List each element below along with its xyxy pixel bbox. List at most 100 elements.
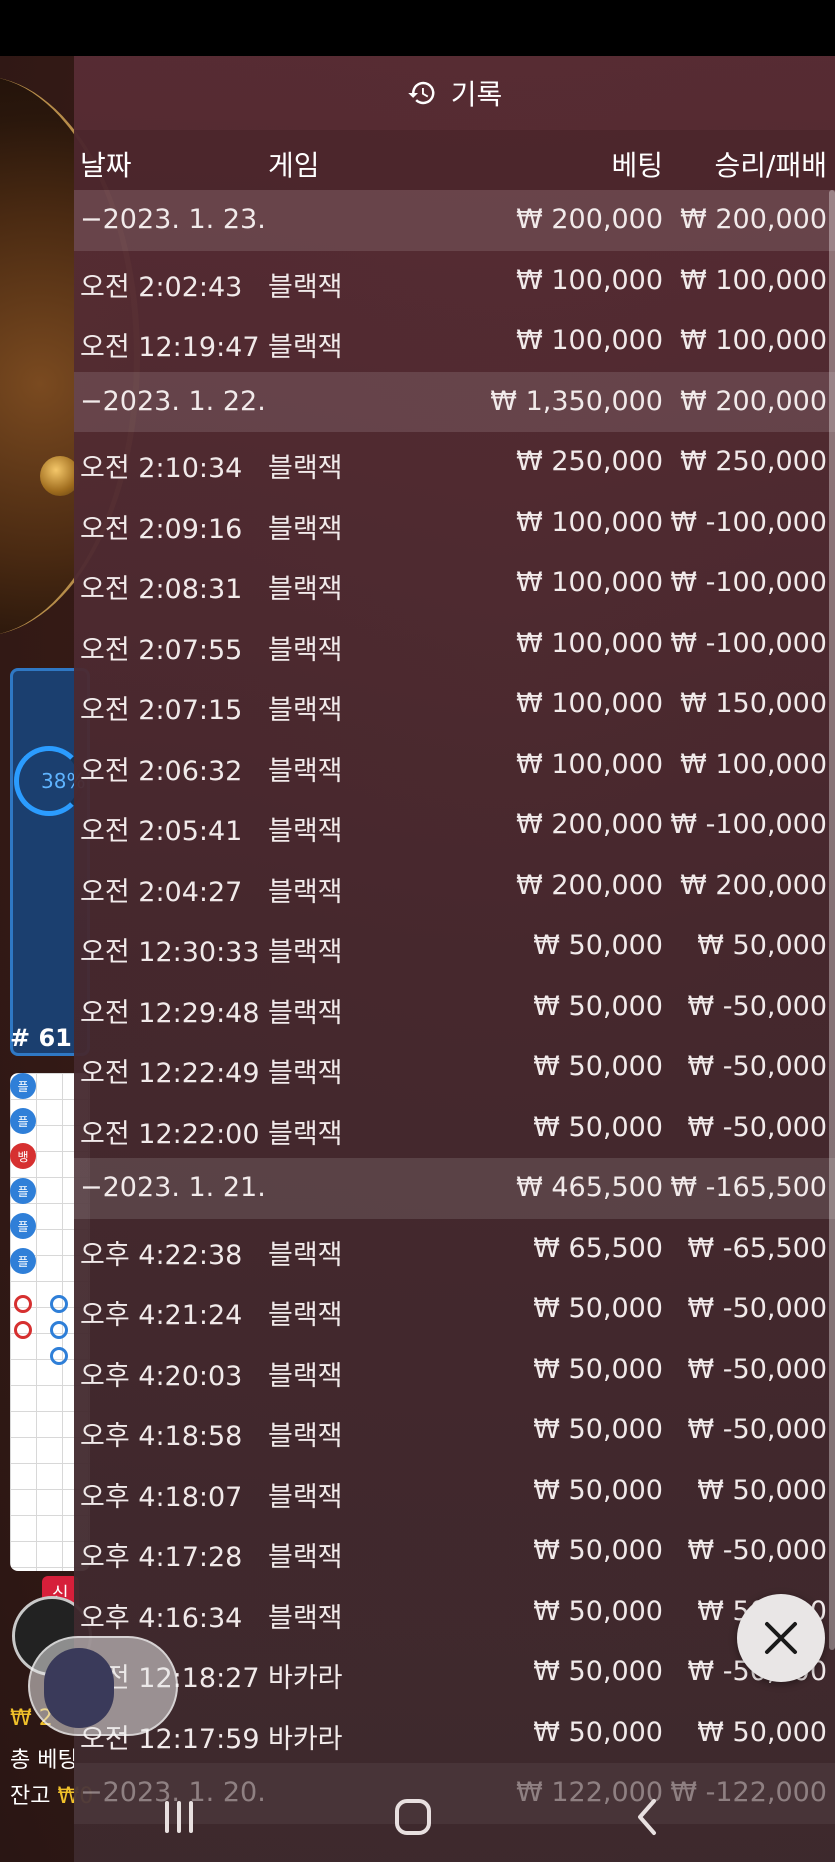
- history-row[interactable]: 오전 2:02:43 블랙잭 ₩ 100,000 ₩ 100,000: [74, 251, 835, 312]
- row-time: 오후 4:20:03: [80, 1360, 243, 1392]
- history-row[interactable]: 오후 4:20:03 블랙잭 ₩ 50,000 ₩ -50,000: [74, 1340, 835, 1401]
- history-row[interactable]: 오전 2:06:32 블랙잭 ₩ 100,000 ₩ 100,000: [74, 735, 835, 796]
- row-winloss-amount: ₩ -50,000: [687, 1353, 828, 1385]
- big-road-ring: [50, 1295, 68, 1313]
- row-time: 오전 2:07:55: [80, 634, 243, 666]
- row-winloss-amount: ₩ -165,500: [670, 1172, 827, 1203]
- big-road-ring: [14, 1295, 32, 1313]
- nav-home-button[interactable]: [388, 1792, 438, 1842]
- floating-app-bubble[interactable]: [28, 1636, 178, 1736]
- row-time: 오전 2:07:15: [80, 695, 243, 726]
- history-row[interactable]: 오전 12:17:59 바카라 ₩ 50,000 ₩ 50,000: [74, 1703, 835, 1764]
- column-header-date: 날짜: [80, 149, 132, 182]
- row-winloss-amount: ₩ -50,000: [687, 1535, 828, 1566]
- row-bet-amount: ₩ 465,500: [516, 1172, 663, 1203]
- row-time: 오전 2:05:41: [80, 816, 243, 847]
- history-row[interactable]: 오전 2:10:34 블랙잭 ₩ 250,000 ₩ 250,000: [74, 432, 835, 493]
- row-winloss-amount: ₩ -50,000: [687, 1051, 828, 1082]
- row-game: 블랙잭: [268, 1300, 343, 1331]
- row-winloss-amount: ₩ -50,000: [687, 990, 828, 1022]
- scrollbar[interactable]: [829, 190, 835, 1650]
- row-game: 블랙잭: [268, 1239, 343, 1271]
- row-time: 오전 12:19:47: [80, 332, 260, 363]
- history-row[interactable]: 오전 12:18:27바카라₩ 50,000₩ -50,000: [74, 1642, 835, 1703]
- nav-recents-button[interactable]: [154, 1792, 204, 1842]
- row-bet-amount: ₩ 50,000: [533, 1595, 663, 1627]
- row-game: 블랙잭: [268, 816, 343, 847]
- history-list[interactable]: −2023. 1. 23. ₩ 200,000 ₩ 200,000 오전 2:02:4…: [74, 190, 835, 1824]
- date-group-row[interactable]: −2023. 1. 21. ₩ 465,500 ₩ -165,500: [74, 1158, 835, 1219]
- row-game: 블랙잭: [268, 634, 343, 666]
- row-winloss-amount: ₩ 250,000: [680, 446, 827, 477]
- row-time: 오전 2:10:34: [80, 453, 243, 484]
- history-row[interactable]: 오전 12:22:00 블랙잭 ₩ 50,000 ₩ -50,000: [74, 1098, 835, 1159]
- road-banker-dot: 뱅: [10, 1143, 36, 1169]
- row-time: 오전 12:30:33: [80, 937, 260, 968]
- big-road-ring: [50, 1321, 68, 1339]
- history-row[interactable]: 오전 12:22:49 블랙잭 ₩ 50,000 ₩ -50,000: [74, 1037, 835, 1098]
- row-bet-amount: ₩ 200,000: [516, 204, 663, 235]
- row-game: 블랙잭: [268, 453, 343, 484]
- row-time: 오후 4:18:58: [80, 1421, 243, 1452]
- close-icon: [765, 1622, 797, 1654]
- history-row[interactable]: 오전 2:05:41 블랙잭 ₩ 200,000 ₩ -100,000: [74, 795, 835, 856]
- total-bet-label: 총 베팅: [10, 1748, 78, 1773]
- back-icon: [638, 1799, 656, 1835]
- row-bet-amount: ₩ 100,000: [516, 506, 663, 538]
- row-game: 블랙잭: [268, 1481, 343, 1513]
- row-bet-amount: ₩ 250,000: [516, 446, 663, 477]
- row-winloss-amount: ₩ 100,000: [680, 325, 827, 356]
- row-winloss-amount: ₩ 50,000: [697, 1474, 827, 1506]
- history-row[interactable]: 오전 2:07:55 블랙잭 ₩ 100,000 ₩ -100,000: [74, 614, 835, 675]
- row-bet-amount: ₩ 50,000: [533, 1535, 663, 1566]
- row-winloss-amount: ₩ -50,000: [687, 1293, 828, 1324]
- row-winloss-amount: ₩ 50,000: [697, 930, 827, 961]
- row-bet-amount: ₩ 200,000: [516, 809, 663, 840]
- row-winloss-amount: ₩ -50,000: [687, 1111, 828, 1143]
- row-bet-amount: ₩ 50,000: [533, 1293, 663, 1324]
- row-bet-amount: ₩ 100,000: [516, 688, 663, 719]
- date-group-row[interactable]: −2023. 1. 22. ₩ 1,350,000 ₩ 200,000: [74, 371, 835, 432]
- history-row[interactable]: 오후 4:18:07 블랙잭 ₩ 50,000 ₩ 50,000: [74, 1461, 835, 1522]
- row-time: 오후 4:16:34: [80, 1602, 243, 1634]
- row-bet-amount: ₩ 50,000: [533, 1111, 663, 1143]
- row-time: 오전 12:22:00: [80, 1118, 260, 1150]
- row-winloss-amount: ₩ -65,500: [687, 1232, 828, 1264]
- row-winloss-amount: ₩ -100,000: [670, 627, 827, 659]
- row-bet-amount: ₩ 1,350,000: [490, 385, 663, 417]
- history-row[interactable]: 오후 4:21:24 블랙잭 ₩ 50,000 ₩ -50,000: [74, 1279, 835, 1340]
- history-row[interactable]: 오후 4:16:34블랙잭₩ 50,000₩ 50,000: [74, 1582, 835, 1643]
- row-bet-amount: ₩ 50,000: [533, 1414, 663, 1445]
- group-date: −2023. 1. 21.: [80, 1172, 266, 1203]
- road-player-dot: 플: [10, 1248, 36, 1274]
- status-bar: [0, 0, 835, 56]
- row-game: 블랙잭: [268, 1058, 343, 1089]
- history-row[interactable]: 오후 4:18:58 블랙잭 ₩ 50,000 ₩ -50,000: [74, 1400, 835, 1461]
- column-header-game: 게임: [268, 149, 320, 182]
- bubble-thumbnail: [44, 1648, 114, 1728]
- row-bet-amount: ₩ 50,000: [533, 930, 663, 961]
- row-time: 오후 4:18:07: [80, 1481, 243, 1513]
- row-game: 블랙잭: [268, 997, 343, 1029]
- group-date: −2023. 1. 22.: [80, 385, 266, 417]
- row-game: 블랙잭: [268, 513, 343, 545]
- history-row[interactable]: 오전 12:19:47 블랙잭 ₩ 100,000 ₩ 100,000: [74, 311, 835, 372]
- history-row[interactable]: 오전 2:09:16 블랙잭 ₩ 100,000 ₩ -100,000: [74, 493, 835, 554]
- history-row[interactable]: 오전 2:08:31 블랙잭 ₩ 100,000 ₩ -100,000: [74, 553, 835, 614]
- history-icon: [407, 81, 435, 105]
- row-winloss-amount: ₩ 100,000: [680, 748, 827, 780]
- row-game: 블랙잭: [268, 1118, 343, 1150]
- history-row[interactable]: 오후 4:22:38 블랙잭 ₩ 65,500 ₩ -65,500: [74, 1219, 835, 1280]
- nav-back-button[interactable]: [622, 1792, 672, 1842]
- history-row[interactable]: 오전 2:04:27 블랙잭 ₩ 200,000 ₩ 200,000: [74, 856, 835, 917]
- row-bet-amount: ₩ 50,000: [533, 1353, 663, 1385]
- history-row[interactable]: 오전 12:30:33 블랙잭 ₩ 50,000 ₩ 50,000: [74, 916, 835, 977]
- history-row[interactable]: 오후 4:17:28 블랙잭 ₩ 50,000 ₩ -50,000: [74, 1521, 835, 1582]
- close-button[interactable]: [737, 1594, 825, 1682]
- date-group-row[interactable]: −2023. 1. 23. ₩ 200,000 ₩ 200,000: [74, 190, 835, 251]
- row-bet-amount: ₩ 100,000: [516, 325, 663, 356]
- row-time: 오전 2:08:31: [80, 574, 243, 605]
- round-number: # 61: [10, 1024, 72, 1052]
- history-row[interactable]: 오전 12:29:48 블랙잭 ₩ 50,000 ₩ -50,000: [74, 977, 835, 1038]
- history-row[interactable]: 오전 2:07:15 블랙잭 ₩ 100,000 ₩ 150,000: [74, 674, 835, 735]
